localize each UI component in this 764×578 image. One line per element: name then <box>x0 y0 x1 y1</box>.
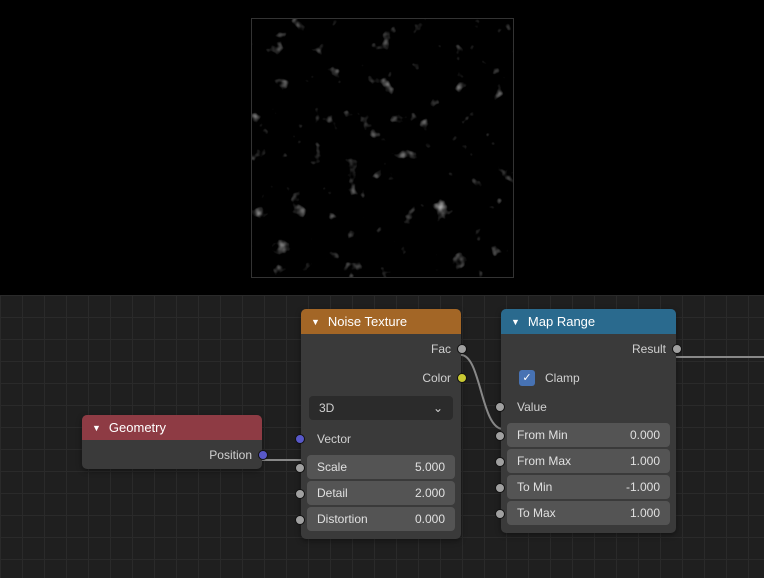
output-label: Fac <box>431 342 451 356</box>
field-label: From Min <box>517 428 568 442</box>
clamp-label: Clamp <box>545 371 580 385</box>
field-value: 5.000 <box>415 460 445 474</box>
socket-in-detail[interactable] <box>295 489 305 499</box>
socket-in-vector[interactable] <box>295 434 305 444</box>
node-noise-texture[interactable]: ▼ Noise Texture Fac Color 3D ⌄ Vector Sc… <box>301 309 461 539</box>
field-label: From Max <box>517 454 571 468</box>
input-scale[interactable]: Scale 5.000 <box>307 455 455 479</box>
field-value: 0.000 <box>630 428 660 442</box>
preview-area <box>0 0 764 295</box>
node-geometry[interactable]: ▼ Geometry Position <box>82 415 262 469</box>
socket-out-fac[interactable] <box>457 344 467 354</box>
input-vector: Vector <box>301 424 461 453</box>
socket-in-to-max[interactable] <box>495 509 505 519</box>
input-to-min[interactable]: To Min -1.000 <box>507 475 670 499</box>
socket-in-distortion[interactable] <box>295 515 305 525</box>
clamp-row[interactable]: ✓ Clamp <box>501 363 676 392</box>
socket-out-result[interactable] <box>672 344 682 354</box>
input-label: Vector <box>311 432 351 446</box>
node-title: Map Range <box>528 314 595 329</box>
node-header[interactable]: ▼ Noise Texture <box>301 309 461 334</box>
field-value: 2.000 <box>415 486 445 500</box>
node-editor[interactable]: ▼ Geometry Position ▼ Noise Texture Fac … <box>0 295 764 578</box>
output-position: Position <box>82 440 262 469</box>
input-value: Value <box>501 392 676 421</box>
socket-out-position[interactable] <box>258 450 268 460</box>
collapse-icon[interactable]: ▼ <box>511 317 520 327</box>
clamp-checkbox[interactable]: ✓ <box>519 370 535 386</box>
socket-in-to-min[interactable] <box>495 483 505 493</box>
input-to-max[interactable]: To Max 1.000 <box>507 501 670 525</box>
field-value: -1.000 <box>626 480 660 494</box>
socket-in-scale[interactable] <box>295 463 305 473</box>
field-value: 1.000 <box>630 454 660 468</box>
output-label: Result <box>632 342 666 356</box>
socket-out-color[interactable] <box>457 373 467 383</box>
output-color: Color <box>301 363 461 392</box>
input-label: Value <box>511 400 547 414</box>
collapse-icon[interactable]: ▼ <box>92 423 101 433</box>
node-map-range[interactable]: ▼ Map Range Result ✓ Clamp Value From Mi… <box>501 309 676 533</box>
field-label: To Min <box>517 480 552 494</box>
socket-in-from-min[interactable] <box>495 431 505 441</box>
field-value: 1.000 <box>630 506 660 520</box>
node-title: Geometry <box>109 420 166 435</box>
dropdown-value: 3D <box>319 401 334 415</box>
socket-in-value[interactable] <box>495 402 505 412</box>
dimension-dropdown[interactable]: 3D ⌄ <box>309 396 453 420</box>
input-distortion[interactable]: Distortion 0.000 <box>307 507 455 531</box>
node-title: Noise Texture <box>328 314 407 329</box>
input-from-max[interactable]: From Max 1.000 <box>507 449 670 473</box>
noise-preview-image <box>251 18 514 278</box>
output-fac: Fac <box>301 334 461 363</box>
input-detail[interactable]: Detail 2.000 <box>307 481 455 505</box>
output-label: Color <box>422 371 451 385</box>
field-label: To Max <box>517 506 556 520</box>
socket-in-from-max[interactable] <box>495 457 505 467</box>
input-from-min[interactable]: From Min 0.000 <box>507 423 670 447</box>
output-result: Result <box>501 334 676 363</box>
node-header[interactable]: ▼ Geometry <box>82 415 262 440</box>
node-header[interactable]: ▼ Map Range <box>501 309 676 334</box>
field-label: Scale <box>317 460 347 474</box>
collapse-icon[interactable]: ▼ <box>311 317 320 327</box>
field-value: 0.000 <box>415 512 445 526</box>
chevron-down-icon: ⌄ <box>433 401 443 415</box>
field-label: Distortion <box>317 512 368 526</box>
output-label: Position <box>209 448 252 462</box>
field-label: Detail <box>317 486 348 500</box>
